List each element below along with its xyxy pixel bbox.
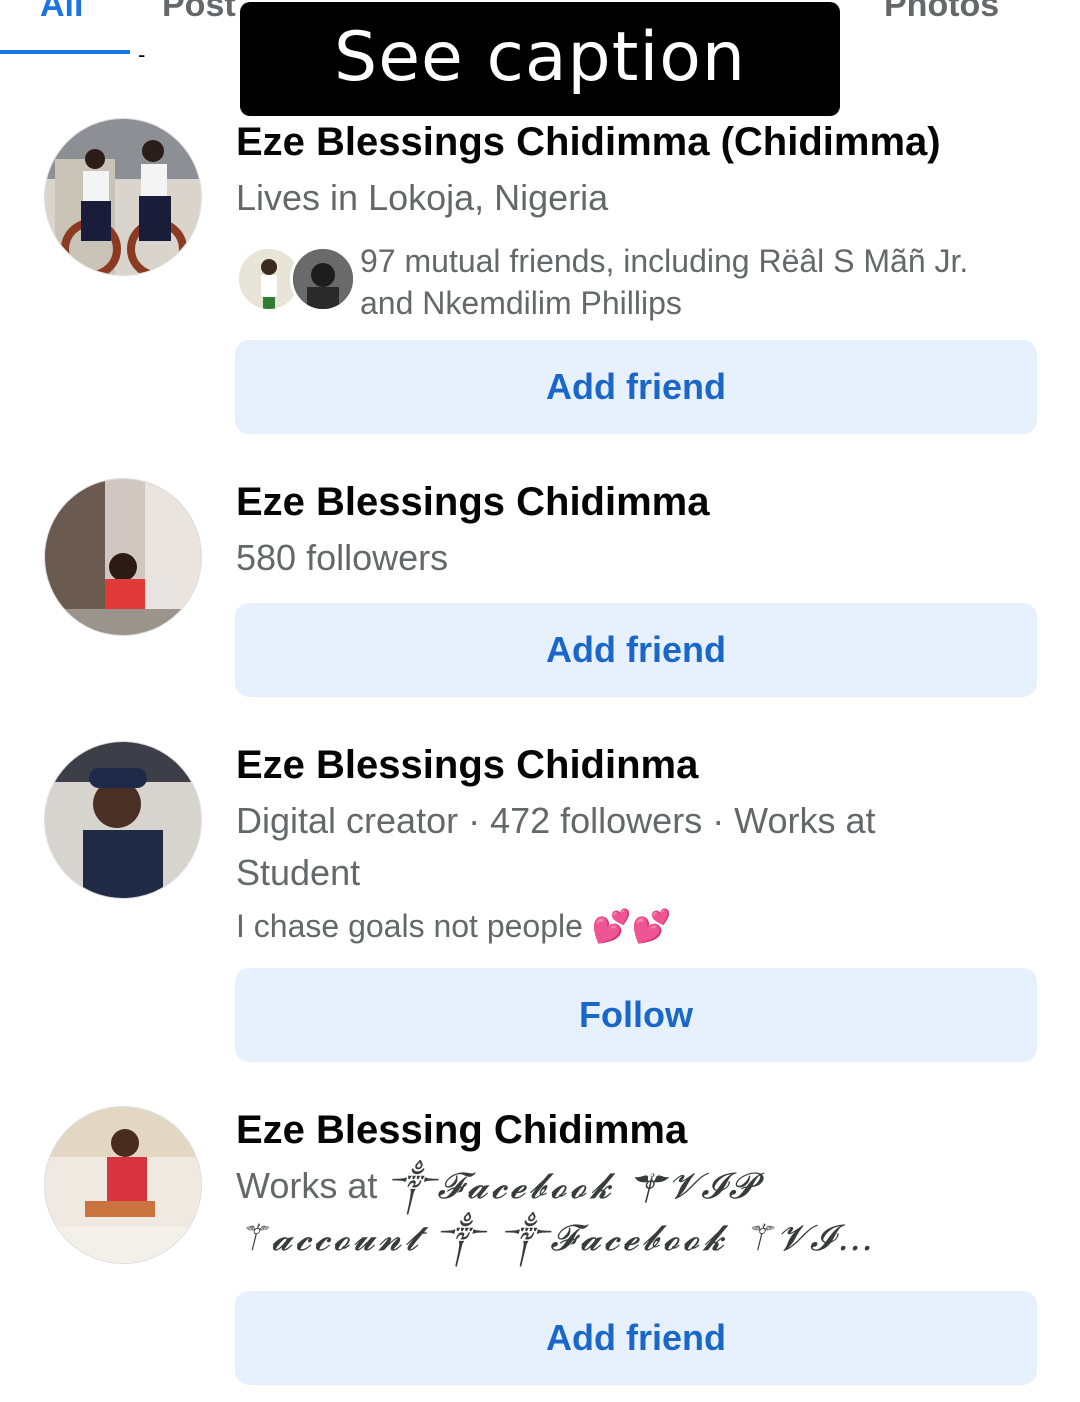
active-tab-indicator	[0, 50, 130, 54]
result-details-line-1: Digital creator · 472 followers · Works …	[236, 800, 876, 841]
result-name[interactable]: Eze Blessing Chidimma	[236, 1108, 687, 1153]
tab-photos[interactable]: Photos	[884, 0, 999, 25]
tab-separator: -	[138, 42, 146, 67]
add-friend-button[interactable]: Add friend	[235, 603, 1037, 697]
profile-photo-icon	[45, 479, 201, 635]
add-friend-button[interactable]: Add friend	[235, 340, 1037, 434]
profile-photo-icon	[45, 119, 201, 275]
result-location: Lives in Lokoja, Nigeria	[236, 177, 609, 218]
avatar[interactable]	[44, 1106, 202, 1264]
tab-posts[interactable]: Post	[162, 0, 236, 25]
workplace-text: ༒𝓕𝓪𝓬𝓮𝓫𝓸𝓸𝓴 ⚚𝓥𝓘𝓟	[387, 1166, 758, 1207]
mutual-friends-line-1: 97 mutual friends, including Rëâl S Mãñ …	[360, 243, 969, 279]
result-bio: I chase goals not people 💕💕	[236, 907, 672, 945]
result-followers: 580 followers	[236, 537, 449, 578]
profile-photo-icon	[45, 1107, 201, 1263]
profile-photo-icon	[45, 742, 201, 898]
bio-text: I chase goals not people	[236, 908, 583, 944]
follow-button[interactable]: Follow	[235, 968, 1037, 1062]
works-at-label: Works at	[236, 1165, 378, 1206]
add-friend-button[interactable]: Add friend	[235, 1291, 1037, 1385]
result-workplace: Works at ༒𝓕𝓪𝓬𝓮𝓫𝓸𝓸𝓴 ⚚𝓥𝓘𝓟 ⚚𝓪𝓬𝓬𝓸𝓾𝓷𝓽 ༒ ༒𝓕𝓪𝓬𝓮…	[236, 1160, 1036, 1265]
result-details: Digital creator · 472 followers · Works …	[236, 795, 1036, 899]
result-workplace-line-1: Works at ༒𝓕𝓪𝓬𝓮𝓫𝓸𝓸𝓴 ⚚𝓥𝓘𝓟	[236, 1160, 1036, 1213]
avatar[interactable]	[44, 478, 202, 636]
two-hearts-icon: 💕💕	[591, 908, 672, 944]
mutual-friend-photo-icon	[293, 249, 353, 309]
result-name[interactable]: Eze Blessings Chidimma (Chidimma)	[236, 120, 941, 165]
workplace-text-continued: ⚚𝓪𝓬𝓬𝓸𝓾𝓷𝓽 ༒ ༒𝓕𝓪𝓬𝓮𝓫𝓸𝓸𝓴 ⚚𝓥𝓘…	[236, 1218, 877, 1259]
result-name[interactable]: Eze Blessings Chidimma	[236, 480, 709, 525]
mutual-friends-line-2: and Nkemdilim Phillips	[360, 285, 682, 321]
tab-all[interactable]: All	[40, 0, 83, 25]
mutual-friends-text: 97 mutual friends, including Rëâl S Mãñ …	[360, 240, 1050, 324]
avatar[interactable]	[44, 118, 202, 276]
result-name[interactable]: Eze Blessings Chidinma	[236, 743, 698, 788]
avatar[interactable]	[44, 741, 202, 899]
result-details-line-2: Student	[236, 852, 361, 893]
caption-overlay: See caption >>>	[240, 2, 840, 209]
mutual-friend-avatar	[290, 246, 356, 312]
